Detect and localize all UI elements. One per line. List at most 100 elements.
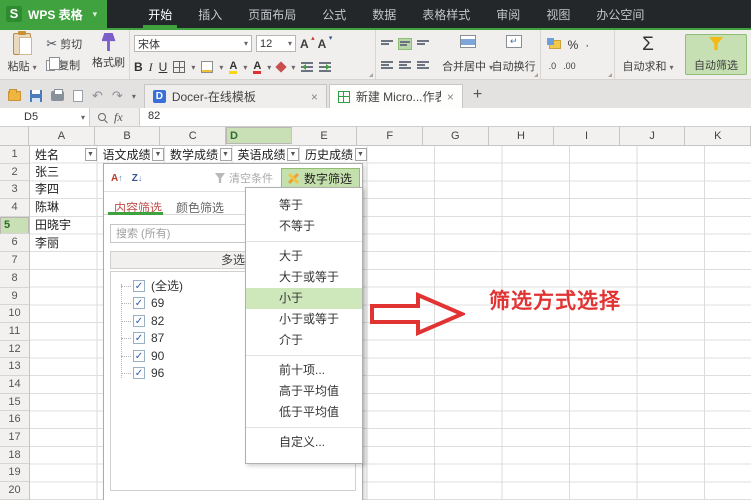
row-header-19[interactable]: 19: [0, 464, 29, 482]
doc-tab-docer[interactable]: D Docer-在线模板 ×: [144, 84, 327, 108]
insert-function-button[interactable]: fx: [114, 110, 123, 125]
row-header-5[interactable]: 5: [0, 217, 29, 235]
row-header-11[interactable]: 11: [0, 323, 29, 341]
filter-dropdown-button[interactable]: ▼: [85, 148, 97, 161]
row-header-2[interactable]: 2: [0, 164, 29, 182]
menu-tab-5[interactable]: 表格样式: [409, 0, 483, 28]
cell-A3[interactable]: 李四: [35, 181, 59, 199]
undo-icon[interactable]: ↶: [92, 90, 103, 102]
column-header-A[interactable]: A: [29, 127, 95, 145]
decrease-decimal-icon[interactable]: .00: [563, 61, 576, 71]
sort-ascending-icon[interactable]: A↑: [111, 173, 123, 184]
paste-button[interactable]: 粘贴 ▾: [4, 33, 40, 76]
checkbox-icon[interactable]: ✓: [133, 332, 145, 344]
row-header-18[interactable]: 18: [0, 447, 29, 465]
increase-decimal-icon[interactable]: .0: [549, 61, 557, 71]
clear-filter-button[interactable]: 清空条件: [215, 170, 273, 186]
row-header-4[interactable]: 4: [0, 199, 29, 217]
checkbox-icon[interactable]: ✓: [133, 297, 145, 309]
submenu-item[interactable]: 低于平均值: [246, 402, 362, 423]
new-tab-button[interactable]: +: [465, 86, 490, 108]
font-name-select[interactable]: 宋体▾: [134, 35, 252, 52]
row-header-16[interactable]: 16: [0, 411, 29, 429]
decrease-font-button[interactable]: A: [318, 37, 332, 51]
align-bottom-icon[interactable]: [416, 38, 430, 50]
filter-dropdown-button[interactable]: ▼: [355, 148, 367, 161]
submenu-item[interactable]: 大于: [246, 246, 362, 267]
increase-indent-icon[interactable]: [319, 62, 331, 72]
row-header-20[interactable]: 20: [0, 482, 29, 500]
number-filter-button[interactable]: 数字筛选: [281, 168, 360, 188]
row-header-1[interactable]: 1: [0, 146, 29, 164]
cell-A2[interactable]: 张三: [35, 164, 59, 182]
font-color-icon[interactable]: A: [253, 61, 261, 74]
submenu-item[interactable]: 介于: [246, 330, 362, 351]
row-header-15[interactable]: 15: [0, 394, 29, 412]
menu-tab-4[interactable]: 数据: [359, 0, 409, 28]
column-header-H[interactable]: H: [489, 127, 555, 145]
row-header-8[interactable]: 8: [0, 270, 29, 288]
menu-tab-2[interactable]: 页面布局: [235, 0, 309, 28]
cell-A5[interactable]: 田晓宇: [35, 217, 71, 235]
menu-tab-0[interactable]: 开始: [135, 0, 185, 28]
close-icon[interactable]: ×: [311, 90, 318, 104]
submenu-item[interactable]: 等于: [246, 195, 362, 216]
font-size-select[interactable]: 12▾: [256, 35, 296, 52]
column-header-E[interactable]: E: [292, 127, 358, 145]
submenu-item[interactable]: 小于或等于: [246, 309, 362, 330]
submenu-item[interactable]: 前十项...: [246, 360, 362, 381]
filter-dropdown-button[interactable]: ▼: [287, 148, 299, 161]
row-header-17[interactable]: 17: [0, 429, 29, 447]
row-header-6[interactable]: 6: [0, 234, 29, 252]
redo-icon[interactable]: ↷: [112, 90, 123, 102]
wrap-text-button[interactable]: ↵ 自动换行: [492, 33, 536, 76]
align-left-icon[interactable]: [380, 59, 394, 71]
menu-tab-1[interactable]: 插入: [185, 0, 235, 28]
filter-dropdown-button[interactable]: ▼: [220, 148, 232, 161]
column-header-J[interactable]: J: [620, 127, 686, 145]
checkbox-icon[interactable]: ✓: [133, 350, 145, 362]
bold-button[interactable]: B: [134, 60, 143, 74]
checkbox-icon[interactable]: ✓: [133, 367, 145, 379]
percent-format-icon[interactable]: %: [568, 38, 579, 52]
column-header-D[interactable]: D: [226, 127, 292, 144]
column-header-C[interactable]: C: [160, 127, 226, 145]
column-header-K[interactable]: K: [685, 127, 751, 145]
column-header-B[interactable]: B: [95, 127, 161, 145]
name-box[interactable]: D5 ▾: [0, 108, 90, 126]
increase-font-button[interactable]: A: [300, 37, 314, 51]
autosum-button[interactable]: Σ 自动求和 ▾: [619, 33, 677, 76]
save-icon[interactable]: [30, 90, 42, 102]
menu-tab-7[interactable]: 视图: [533, 0, 583, 28]
row-header-14[interactable]: 14: [0, 376, 29, 394]
format-painter-button[interactable]: 格式刷: [92, 33, 125, 76]
row-header-7[interactable]: 7: [0, 252, 29, 270]
menu-tab-8[interactable]: 办公空间: [583, 0, 657, 28]
copy-button[interactable]: 复制: [46, 55, 86, 75]
checkbox-icon[interactable]: ✓: [133, 280, 145, 292]
submenu-item[interactable]: 高于平均值: [246, 381, 362, 402]
menu-tab-6[interactable]: 审阅: [483, 0, 533, 28]
column-header-G[interactable]: G: [423, 127, 489, 145]
underline-button[interactable]: U: [159, 60, 168, 74]
align-center-icon[interactable]: [398, 59, 412, 71]
print-preview-icon[interactable]: [73, 90, 83, 102]
highlight-color-icon[interactable]: A: [229, 61, 237, 74]
sort-descending-icon[interactable]: Z↓: [132, 173, 143, 184]
open-folder-icon[interactable]: [8, 91, 21, 101]
select-all-corner[interactable]: [0, 127, 29, 145]
submenu-item[interactable]: 不等于: [246, 216, 362, 237]
submenu-item[interactable]: 大于或等于: [246, 267, 362, 288]
submenu-item[interactable]: 自定义...: [246, 432, 362, 453]
borders-icon[interactable]: [173, 61, 185, 73]
font-tool-icon[interactable]: [276, 61, 287, 72]
close-icon[interactable]: ×: [447, 90, 454, 104]
doc-tab-workbook[interactable]: 新建 Micro...作表.xls * ×: [329, 84, 463, 108]
submenu-item[interactable]: 小于: [246, 288, 362, 309]
column-header-F[interactable]: F: [357, 127, 423, 145]
align-right-icon[interactable]: [416, 59, 430, 71]
cut-button[interactable]: ✂ 剪切: [46, 34, 86, 54]
merge-center-button[interactable]: 合并居中 ▾: [444, 33, 492, 76]
autofilter-button[interactable]: 自动筛选: [685, 34, 747, 75]
cell-A4[interactable]: 陈琳: [35, 199, 59, 217]
